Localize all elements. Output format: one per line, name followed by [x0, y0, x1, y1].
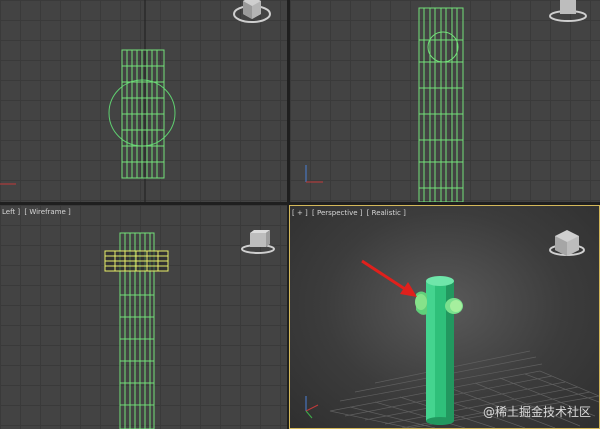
- viewcube-icon[interactable]: [238, 229, 278, 259]
- viewcube-icon[interactable]: [548, 0, 588, 24]
- front-view-scene: [305, 7, 464, 202]
- wire-cylinder: [418, 7, 464, 202]
- viewcube-icon[interactable]: [547, 226, 587, 256]
- top-view-scene: [0, 0, 176, 202]
- watermark-text: @稀土掘金技术社区: [482, 405, 591, 419]
- viewport-top-left[interactable]: [0, 0, 287, 202]
- viewcube-icon[interactable]: [232, 0, 272, 23]
- wire-handle: [104, 250, 169, 272]
- solid-cylinder: [426, 276, 454, 425]
- handle-outline-circle: [427, 31, 459, 63]
- viewport-top-right[interactable]: [290, 0, 600, 202]
- wire-cylinder: [121, 49, 165, 179]
- red-arrow-annotation: [361, 259, 417, 297]
- viewport-bottom-right[interactable]: [ + ] [ Perspective ] [ Realistic ] @稀土掘…: [289, 205, 600, 429]
- axis-gizmo-icon: [305, 396, 319, 419]
- axis-gizmo-icon: [305, 165, 323, 183]
- viewport-bottom-left[interactable]: Left ] [ Wireframe ]: [0, 205, 287, 429]
